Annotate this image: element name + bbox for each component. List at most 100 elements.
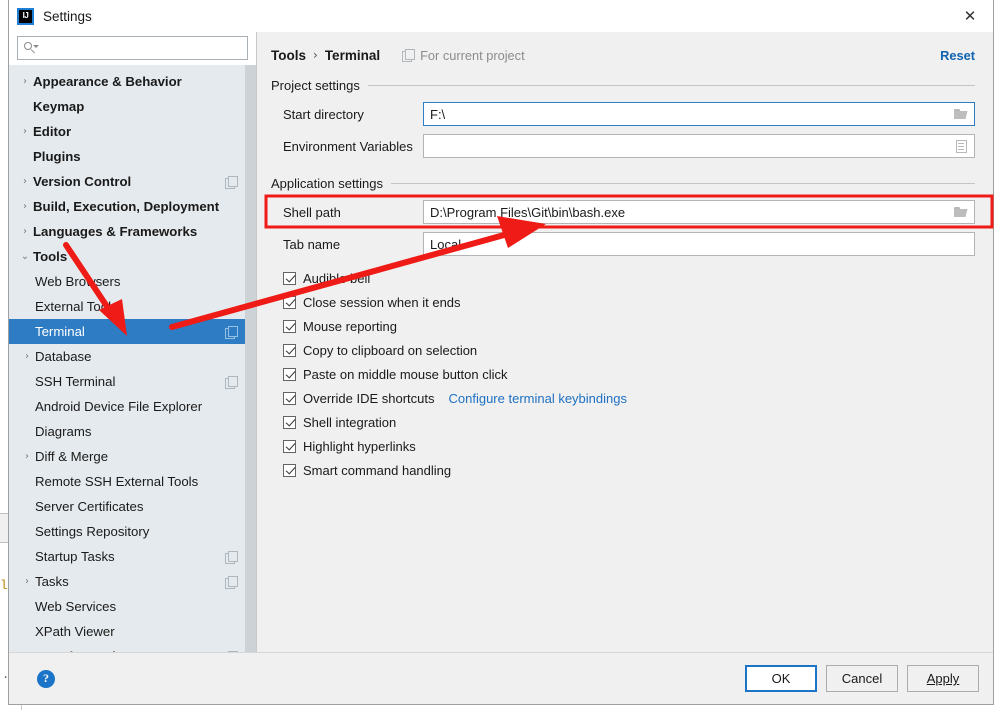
- chevron-right-icon[interactable]: ›: [19, 351, 35, 362]
- checkbox-label: Override IDE shortcuts: [303, 390, 435, 406]
- project-scope-icon: [225, 325, 238, 339]
- checkbox-icon[interactable]: [283, 391, 296, 405]
- checkbox-row-override-ide-shortcuts[interactable]: Override IDE shortcuts Configure terminal…: [283, 386, 975, 410]
- shell-path-row: Shell path D:\Program Files\Git\bin\bash…: [271, 200, 975, 224]
- sidebar-item-tools[interactable]: ⌄ Tools: [9, 244, 245, 269]
- checkbox-icon[interactable]: [283, 439, 296, 453]
- checkbox-row-audible-bell[interactable]: Audible bell: [283, 266, 975, 290]
- environment-variables-label: Environment Variables: [283, 138, 413, 154]
- sidebar-scrollbar-thumb[interactable]: [245, 65, 256, 652]
- checkbox-icon[interactable]: [283, 319, 296, 333]
- shell-path-browse-button[interactable]: [948, 201, 974, 223]
- sidebar-item-diff-merge[interactable]: › Diff & Merge: [9, 444, 245, 469]
- apply-button[interactable]: Apply: [907, 665, 979, 692]
- sidebar-item-languages-frameworks[interactable]: › Languages & Frameworks: [9, 219, 245, 244]
- dialog-titlebar: IJ Settings ✕: [9, 0, 993, 32]
- tab-name-label: Tab name: [283, 236, 341, 252]
- sidebar-item-xpath-viewer[interactable]: XPath Viewer: [9, 619, 245, 644]
- chevron-right-icon[interactable]: ›: [19, 576, 35, 587]
- sidebar-item-remote-ssh-external-tools[interactable]: Remote SSH External Tools: [9, 469, 245, 494]
- checkbox-row-mouse-reporting[interactable]: Mouse reporting: [283, 314, 975, 338]
- tab-name-row: Tab name Local: [271, 232, 975, 256]
- chevron-right-icon[interactable]: ›: [17, 76, 33, 87]
- sidebar-item-keymap[interactable]: Keymap: [9, 94, 245, 119]
- sidebar-item-version-control[interactable]: › Version Control: [9, 169, 245, 194]
- tab-name-value: Local: [430, 236, 462, 252]
- reset-link[interactable]: Reset: [940, 48, 975, 63]
- sidebar-item-settings-repository[interactable]: Settings Repository: [9, 519, 245, 544]
- sidebar-item-server-certificates[interactable]: Server Certificates: [9, 494, 245, 519]
- checkbox-row-close-session-when-it-ends[interactable]: Close session when it ends: [283, 290, 975, 314]
- breadcrumb-parent[interactable]: Tools: [271, 48, 306, 63]
- checkbox-icon[interactable]: [283, 295, 296, 309]
- help-button[interactable]: ?: [37, 669, 55, 688]
- chevron-right-icon[interactable]: ›: [17, 201, 33, 212]
- sidebar-item-diagrams[interactable]: Diagrams: [9, 419, 245, 444]
- breadcrumb: Tools › Terminal For current project Res…: [271, 42, 975, 68]
- sidebar-item-label: Database: [35, 349, 92, 364]
- terminal-options-list: Audible bell Close session when it ends Mo…: [271, 266, 975, 482]
- sidebar-item-label: Tasks: [35, 574, 69, 589]
- shell-path-label: Shell path: [283, 204, 341, 220]
- sidebar-item-label: Version Control: [33, 174, 132, 189]
- checkbox-label: Smart command handling: [303, 462, 452, 478]
- start-directory-input[interactable]: F:\: [423, 102, 975, 126]
- folder-icon: [953, 108, 969, 120]
- checkbox-label: Close session when it ends: [303, 294, 461, 310]
- application-settings-header: Application settings: [271, 176, 975, 191]
- ok-button[interactable]: OK: [745, 665, 817, 692]
- close-icon[interactable]: ✕: [947, 0, 993, 32]
- sidebar-item-editor[interactable]: › Editor: [9, 119, 245, 144]
- checkbox-row-copy-to-clipboard-on-selection[interactable]: Copy to clipboard on selection: [283, 338, 975, 362]
- shell-path-input[interactable]: D:\Program Files\Git\bin\bash.exe: [423, 200, 975, 224]
- search-box[interactable]: [17, 36, 248, 60]
- sidebar-item-startup-tasks[interactable]: Startup Tasks: [9, 544, 245, 569]
- chevron-right-icon[interactable]: ›: [17, 176, 33, 187]
- start-directory-browse-button[interactable]: [948, 103, 974, 125]
- project-scope-icon: [225, 375, 238, 389]
- search-area: [9, 32, 256, 65]
- checkbox-icon[interactable]: [283, 343, 296, 357]
- sidebar-item-label: Tools: [33, 249, 68, 264]
- sidebar-item-terminal[interactable]: Terminal: [9, 319, 245, 344]
- configure-terminal-keybindings-link[interactable]: Configure terminal keybindings: [449, 391, 627, 406]
- sidebar-item-plugins[interactable]: Plugins: [9, 144, 245, 169]
- checkbox-icon[interactable]: [283, 463, 296, 477]
- checkbox-row-shell-integration[interactable]: Shell integration: [283, 410, 975, 434]
- sidebar-item-tasks[interactable]: › Tasks: [9, 569, 245, 594]
- sidebar-item-label: Keymap: [33, 99, 85, 114]
- checkbox-icon[interactable]: [283, 271, 296, 285]
- breadcrumb-current: Terminal: [324, 47, 381, 63]
- checkbox-label: Copy to clipboard on selection: [303, 342, 478, 358]
- chevron-right-icon[interactable]: ›: [17, 126, 33, 137]
- checkbox-icon[interactable]: [283, 367, 296, 381]
- sidebar-item-appearance-behavior[interactable]: › Appearance & Behavior: [9, 69, 245, 94]
- environment-variables-input[interactable]: [423, 134, 975, 158]
- sidebar-item-build-execution-deployment[interactable]: › Build, Execution, Deployment: [9, 194, 245, 219]
- settings-dialog: IJ Settings ✕ › Appearance & Behavior Keym…: [8, 0, 994, 705]
- sidebar-item-web-browsers[interactable]: Web Browsers: [9, 269, 245, 294]
- sidebar-item-experimental[interactable]: Experimental: [9, 644, 245, 652]
- checkbox-row-highlight-hyperlinks[interactable]: Highlight hyperlinks: [283, 434, 975, 458]
- sidebar-item-database[interactable]: › Database: [9, 344, 245, 369]
- chevron-down-icon[interactable]: ⌄: [17, 251, 33, 262]
- sidebar-scrollbar-track[interactable]: [245, 65, 256, 652]
- search-input[interactable]: [39, 38, 242, 58]
- start-directory-label: Start directory: [283, 106, 364, 122]
- tab-name-input[interactable]: Local: [423, 232, 975, 256]
- project-scope-icon: [225, 550, 238, 564]
- environment-variables-edit-button[interactable]: [948, 135, 974, 157]
- chevron-right-icon[interactable]: ›: [19, 451, 35, 462]
- sidebar-item-external-tools[interactable]: External Tools: [9, 294, 245, 319]
- sidebar-item-ssh-terminal[interactable]: SSH Terminal: [9, 369, 245, 394]
- checkbox-icon[interactable]: [283, 415, 296, 429]
- sidebar-item-label: SSH Terminal: [35, 374, 116, 389]
- checkbox-row-smart-command-handling[interactable]: Smart command handling: [283, 458, 975, 482]
- sidebar-item-web-services[interactable]: Web Services: [9, 594, 245, 619]
- shell-path-value: D:\Program Files\Git\bin\bash.exe: [430, 204, 626, 220]
- checkbox-row-paste-on-middle-mouse-button-click[interactable]: Paste on middle mouse button click: [283, 362, 975, 386]
- sidebar-scroll-area: › Appearance & Behavior Keymap › Editor Plugi…: [9, 65, 256, 652]
- sidebar-item-android-device-file-explorer[interactable]: Android Device File Explorer: [9, 394, 245, 419]
- chevron-right-icon[interactable]: ›: [17, 226, 33, 237]
- cancel-button[interactable]: Cancel: [826, 665, 898, 692]
